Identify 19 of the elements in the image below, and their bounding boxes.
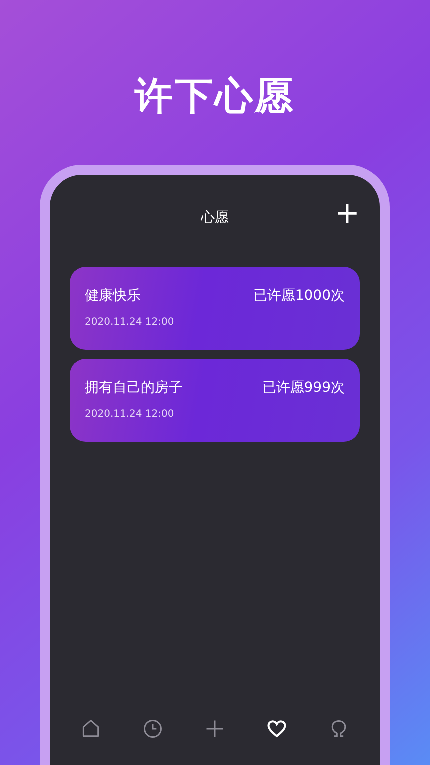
plus-icon <box>204 718 226 740</box>
wish-name: 拥有自己的房子 <box>85 379 183 398</box>
clock-tab[interactable] <box>142 718 164 740</box>
add-button[interactable]: + <box>334 199 360 229</box>
heart-tab[interactable] <box>266 718 288 740</box>
wish-card[interactable]: 拥有自己的房子 已许愿999次 2020.11.24 12:00 <box>70 359 360 442</box>
home-tab[interactable] <box>80 718 102 740</box>
plus-tab[interactable] <box>204 718 226 740</box>
home-icon <box>80 718 102 740</box>
screen-title: 心愿 <box>201 210 229 226</box>
wish-card[interactable]: 健康快乐 已许愿1000次 2020.11.24 12:00 <box>70 267 360 350</box>
wish-name: 健康快乐 <box>85 287 141 306</box>
clock-icon <box>142 718 164 740</box>
wish-date: 2020.11.24 12:00 <box>85 409 174 420</box>
wish-count: 已许愿1000次 <box>253 287 345 306</box>
headline: 许下心愿 <box>134 73 296 120</box>
heart-icon <box>266 718 288 740</box>
wish-date: 2020.11.24 12:00 <box>85 317 174 328</box>
wish-count: 已许愿999次 <box>262 379 345 398</box>
